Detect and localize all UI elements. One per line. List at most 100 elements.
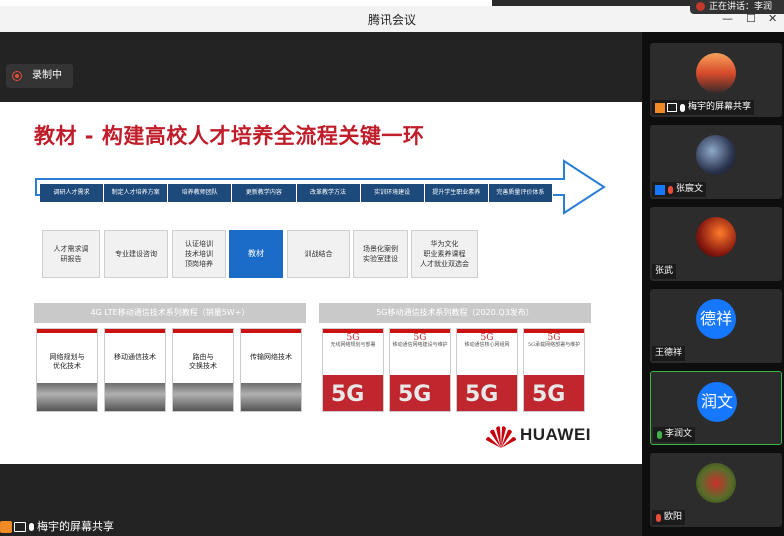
participant-tile[interactable]: 张武 bbox=[650, 207, 782, 281]
book-cover-5g: 5G 移动通信核心网组网 5G bbox=[456, 328, 518, 412]
process-step: 改革教学方法 bbox=[296, 184, 361, 202]
topic-box: 场景化案例 实验室建设 bbox=[353, 230, 408, 278]
participant-name: 张武 bbox=[655, 266, 674, 276]
process-step: 提升学生职业素养 bbox=[424, 184, 489, 202]
screen-share-icon bbox=[667, 103, 677, 112]
process-step: 更新教学内容 bbox=[232, 184, 297, 202]
cover-graphic: 5G bbox=[524, 375, 584, 411]
recording-indicator[interactable]: 录制中 bbox=[6, 64, 73, 88]
book-cover-5g: 5G 移动通信网络建设与维护 5G bbox=[389, 328, 451, 412]
book-subtitle: 无线网络规划与部署 bbox=[330, 342, 376, 348]
process-step: 制定人才培养方案 bbox=[104, 184, 169, 202]
avatar bbox=[696, 53, 736, 93]
screen-share-label: 梅宇的屏幕共享 bbox=[37, 520, 114, 533]
book-subtitle: 移动通信核心网组网 bbox=[464, 342, 510, 348]
process-step: 完善质量评价体系 bbox=[488, 184, 553, 202]
cover-5g-mark: 5G bbox=[465, 382, 499, 407]
cover-5g-mark: 5G bbox=[398, 382, 432, 407]
participant-label: 欧阳 bbox=[652, 510, 686, 525]
host-icon bbox=[655, 184, 665, 195]
book-title: 路由与 交换技术 bbox=[189, 353, 217, 370]
book-cover-5g: 5G 无线网络规划与部署 5G bbox=[322, 328, 384, 412]
participant-name: 王德祥 bbox=[655, 348, 683, 358]
series-5g-banner: 5G移动通信技术系列教程（2020.Q3发布） bbox=[319, 303, 591, 323]
cover-photo bbox=[37, 383, 97, 411]
cover-stripe bbox=[105, 329, 165, 333]
microphone-muted-icon bbox=[656, 513, 661, 522]
topic-box-active: 教材 bbox=[229, 230, 283, 278]
book-cover: 路由与 交换技术 bbox=[172, 328, 234, 412]
microphone-muted-icon bbox=[668, 185, 673, 194]
recording-label: 录制中 bbox=[32, 70, 62, 81]
host-icon bbox=[655, 102, 665, 113]
book-subtitle: 5G承载网络部署与维护 bbox=[527, 342, 581, 348]
book-title: 传输网络技术 bbox=[250, 353, 292, 361]
presentation-slide: 教材 - 构建高校人才培养全流程关键一环 调研人才需求 制定人才培养方案 培养教… bbox=[0, 102, 642, 464]
screen-share-icon bbox=[14, 522, 26, 532]
topic-box: 训战结合 bbox=[287, 230, 350, 278]
slide-title: 教材 - 构建高校人才培养全流程关键一环 bbox=[34, 124, 425, 148]
huawei-logo-icon bbox=[486, 426, 516, 448]
topic-box: 华为文化 职业素养课程 人才就业双选会 bbox=[411, 230, 478, 278]
microphone-active-icon bbox=[657, 430, 662, 439]
speaker-avatar bbox=[696, 2, 705, 11]
book-cover: 移动通信技术 bbox=[104, 328, 166, 412]
participant-label: 梅宇的屏幕共享 bbox=[652, 100, 755, 115]
minimize-button[interactable]: — bbox=[722, 12, 733, 25]
participant-tile[interactable]: 张宸文 bbox=[650, 125, 782, 199]
participant-label: 李润文 bbox=[653, 427, 696, 442]
book-cover-5g: 5G 5G承载网络部署与维护 5G bbox=[523, 328, 585, 412]
cover-graphic: 5G bbox=[457, 375, 517, 411]
participant-sidebar: 梅宇的屏幕共享 张宸文 张武 德祥 王德祥 润文 李润文 欧阳 bbox=[642, 32, 784, 536]
participant-name: 梅宇的屏幕共享 bbox=[688, 102, 752, 112]
avatar: 润文 bbox=[697, 382, 737, 422]
participant-label: 王德祥 bbox=[652, 346, 686, 361]
process-step: 培养教师团队 bbox=[168, 184, 233, 202]
participant-tile-speaking[interactable]: 润文 李润文 bbox=[650, 371, 782, 445]
avatar: 德祥 bbox=[696, 299, 736, 339]
avatar bbox=[696, 463, 736, 503]
cover-graphic: 5G bbox=[323, 375, 383, 411]
process-steps: 调研人才需求 制定人才培养方案 培养教师团队 更新教学内容 改革教学方法 实训环… bbox=[40, 184, 553, 202]
avatar bbox=[696, 217, 736, 257]
book-cover: 传输网络技术 bbox=[240, 328, 302, 412]
cover-photo bbox=[173, 383, 233, 411]
microphone-icon bbox=[29, 523, 34, 531]
series-4g-banner: 4G LTE移动通信技术系列教程（销量5W+） bbox=[34, 303, 306, 323]
close-button[interactable]: ✕ bbox=[768, 12, 777, 25]
cover-stripe bbox=[173, 329, 233, 333]
record-icon bbox=[12, 71, 22, 81]
cover-photo bbox=[241, 383, 301, 411]
participant-name: 李润文 bbox=[665, 429, 693, 439]
screen-share-status: 梅宇的屏幕共享 bbox=[0, 518, 114, 536]
book-cover: 网络规划与 优化技术 bbox=[36, 328, 98, 412]
topic-box: 专业建设咨询 bbox=[104, 230, 168, 278]
cover-graphic: 5G bbox=[390, 375, 450, 411]
title-bar: 腾讯会议 正在讲话：李润 — ☐ ✕ bbox=[0, 0, 784, 32]
microphone-icon bbox=[680, 103, 685, 112]
cover-stripe bbox=[241, 329, 301, 333]
book-subtitle: 移动通信网络建设与维护 bbox=[392, 342, 448, 348]
cover-stripe bbox=[37, 329, 97, 333]
app-title: 腾讯会议 bbox=[367, 13, 416, 27]
participant-label: 张武 bbox=[652, 264, 677, 279]
host-icon bbox=[0, 521, 12, 533]
topic-box: 认证培训 技术培训 顶岗培养 bbox=[172, 230, 226, 278]
participant-tile[interactable]: 欧阳 bbox=[650, 453, 782, 527]
participant-label: 张宸文 bbox=[652, 182, 707, 197]
process-step: 实训环境建设 bbox=[360, 184, 425, 202]
process-step: 调研人才需求 bbox=[40, 184, 105, 202]
participant-name: 张宸文 bbox=[676, 184, 704, 194]
cover-5g-mark: 5G bbox=[532, 382, 566, 407]
maximize-button[interactable]: ☐ bbox=[746, 12, 756, 25]
cover-5g-mark: 5G bbox=[331, 382, 365, 407]
cover-photo bbox=[105, 383, 165, 411]
huawei-brand: HUAWEI bbox=[520, 425, 591, 444]
participant-tile[interactable]: 梅宇的屏幕共享 bbox=[650, 43, 782, 117]
participant-name: 欧阳 bbox=[664, 512, 683, 522]
participant-tile[interactable]: 德祥 王德祥 bbox=[650, 289, 782, 363]
avatar bbox=[696, 135, 736, 175]
topic-box: 人才需求调 研报告 bbox=[42, 230, 100, 278]
top-strip-dark bbox=[492, 0, 692, 6]
speaking-text: 正在讲话：李润 bbox=[709, 2, 773, 12]
